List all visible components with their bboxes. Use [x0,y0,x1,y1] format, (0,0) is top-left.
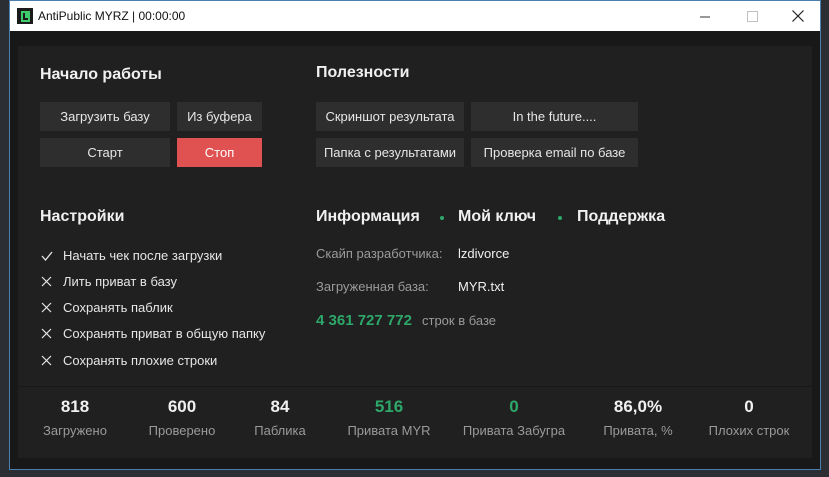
setting-label: Сохранять приват в общую папку [63,326,266,341]
start-button[interactable]: Старт [40,138,170,167]
window-title: AntiPublic MYRZ | 00:00:00 [38,9,186,23]
skype-value: lzdivorce [458,246,510,261]
stat-private-myr: 516 Привата MYR [324,397,454,438]
checkmark-icon [40,251,53,261]
lines-count: 4 361 727 772 [316,312,412,329]
stats-panel: 818 Загружено 600 Проверено 84 Паблика 5… [18,387,812,458]
screenshot-result-button[interactable]: Скриншот результата [316,102,464,131]
stat-label: Привата MYR [347,423,431,438]
load-base-button[interactable]: Загрузить базу [40,102,170,131]
lines-label: строк в базе [422,313,497,328]
stat-private-abroad: 0 Привата Забугра [449,397,579,438]
stat-value: 0 [509,397,519,416]
stat-label: Привата Забугра [462,423,566,438]
separator-dot [558,216,562,220]
title-bar[interactable]: AntiPublic MYRZ | 00:00:00 [10,1,820,31]
maximize-icon [746,10,758,22]
setting-label: Сохранять плохие строки [63,353,218,368]
skype-label: Скайп разработчика: [316,246,443,261]
stat-value: 516 [374,397,404,416]
setting-label: Лить приват в базу [63,274,177,289]
from-clipboard-button[interactable]: Из буфера [177,102,262,131]
tab-my-key[interactable]: Мой ключ [458,208,536,226]
close-button[interactable] [775,1,821,31]
settings-section-title: Настройки [40,208,125,225]
setting-label: Сохранять паблик [63,300,173,315]
stat-value: 0 [744,397,754,416]
minimize-icon [699,16,710,17]
separator-dot [440,216,444,220]
setting-save-public[interactable]: Сохранять паблик [40,300,173,315]
desktop-background-right [820,0,829,477]
useful-section-title: Полезности [316,64,410,81]
start-section-title: Начало работы [40,66,162,83]
minimize-button[interactable] [682,1,728,31]
cross-icon [40,355,53,366]
setting-label: Начать чек после загрузки [63,248,223,263]
setting-save-private-common-folder[interactable]: Сохранять приват в общую папку [40,326,265,341]
check-email-button[interactable]: Проверка email по базе [471,138,638,167]
stop-button[interactable]: Стоп [177,138,262,167]
stat-label: Плохих строк [708,423,790,438]
setting-pour-private-to-base[interactable]: Лить приват в базу [40,274,177,289]
future-button[interactable]: In the future.... [471,102,638,131]
main-panel: Начало работы Загрузить базу Из буфера С… [18,46,812,386]
cross-icon [40,302,53,313]
loaded-base-label: Загруженная база: [316,279,429,294]
stat-bad-lines: 0 Плохих строк [684,397,814,438]
setting-start-check-after-load[interactable]: Начать чек после загрузки [40,248,222,263]
maximize-button[interactable] [729,1,775,31]
app-window: AntiPublic MYRZ | 00:00:00 Начало работы… [9,0,821,470]
results-folder-button[interactable]: Папка с результатами [316,138,464,167]
app-logo-icon [17,8,33,24]
close-icon [792,10,804,22]
tab-support[interactable]: Поддержка [577,208,665,226]
cross-icon [40,328,53,339]
setting-save-bad-lines[interactable]: Сохранять плохие строки [40,353,217,368]
tab-info[interactable]: Информация [316,208,420,226]
cross-icon [40,276,53,287]
loaded-base-value: MYR.txt [458,279,505,294]
